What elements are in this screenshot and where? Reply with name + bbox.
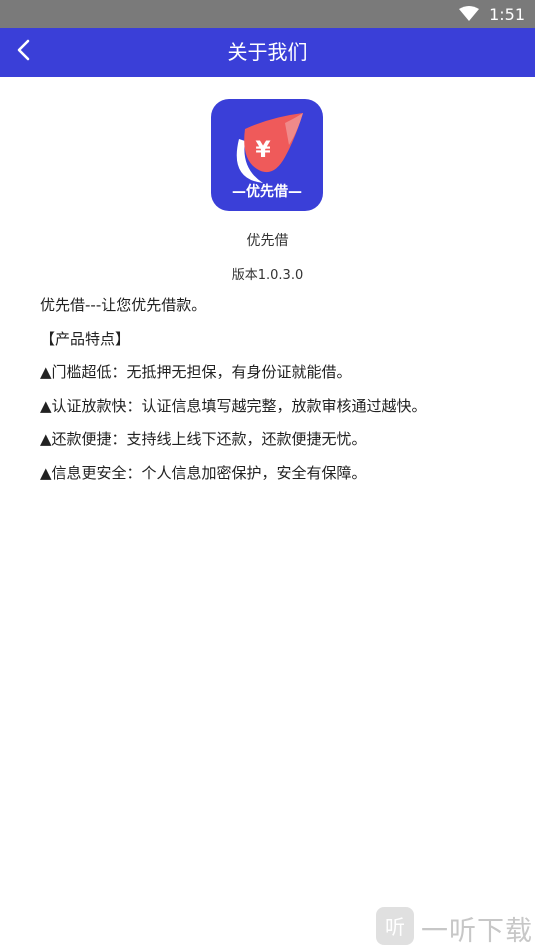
app-bar: 关于我们 [0, 28, 535, 77]
status-time: 1:51 [489, 4, 525, 24]
watermark: 听 一听下载 [375, 906, 533, 950]
svg-text:听: 听 [385, 915, 405, 939]
intro-text: 优先借---让您优先借款。 [40, 296, 207, 314]
status-bar: 1:51 [0, 0, 535, 28]
page-title: 关于我们 [227, 40, 308, 64]
logo-text: —优先借— [232, 184, 302, 200]
app-logo: ¥ —优先借— [211, 99, 323, 211]
watermark-text: 一听下载 [421, 915, 533, 947]
feature-item: ▲信息更安全：个人信息加密保护，安全有保障。 [40, 463, 367, 482]
wifi-icon [459, 6, 480, 22]
about-content: 优先借---让您优先借款。 【产品特点】 ▲门槛超低：无抵押无担保，有身份证就能… [40, 293, 520, 494]
feature-item: ▲门槛超低：无抵押无担保，有身份证就能借。 [40, 363, 352, 381]
feature-item: ▲还款便捷：支持线上线下还款，还款便捷无忧。 [40, 430, 367, 448]
section-title: 【产品特点】 [40, 329, 131, 348]
watermark-logo-icon: 听 [375, 906, 415, 950]
feature-item: ▲认证放款快：认证信息填写越完整，放款审核通过越快。 [40, 396, 427, 415]
app-version: 版本1.0.3.0 [231, 268, 304, 283]
app-name: 优先借 [246, 233, 289, 249]
svg-text:¥: ¥ [255, 138, 271, 163]
status-icons: 1:51 [459, 0, 525, 28]
